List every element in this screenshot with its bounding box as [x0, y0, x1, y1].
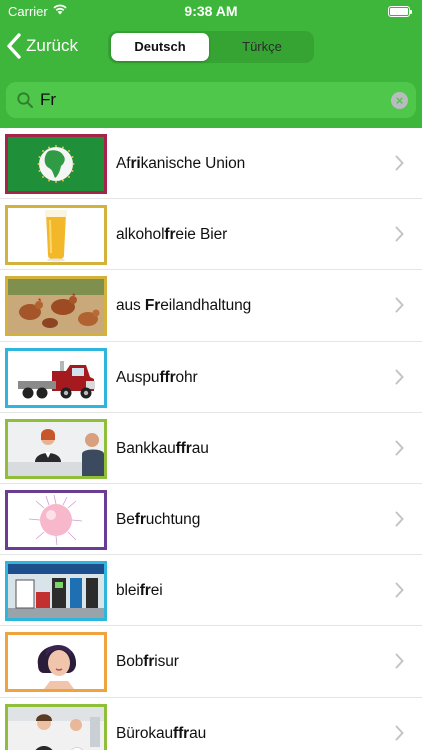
- search-highlight: fr: [143, 653, 155, 671]
- list-item[interactable]: Auspuffrohr: [0, 342, 422, 413]
- list-item[interactable]: Bobfrisur: [0, 626, 422, 698]
- list-item[interactable]: Bankkauffrau: [0, 413, 422, 484]
- segment-turkce[interactable]: Türkçe: [213, 33, 311, 61]
- african-union-flag-image: [8, 137, 104, 191]
- item-label: Afrikanische Union: [116, 155, 246, 172]
- search-bar: ×: [6, 82, 416, 118]
- search-highlight: ffr: [173, 724, 190, 742]
- list-item[interactable]: Bürokauffrau: [0, 698, 422, 750]
- vocabulary-list: Afrikanische Union alkoholfreie Bier aus…: [0, 128, 422, 750]
- nav-header: Carrier 9:38 AM Zurück Deutsch Türkçe ×: [0, 0, 422, 128]
- list-item[interactable]: alkoholfreie Bier: [0, 199, 422, 271]
- search-highlight: fr: [139, 582, 151, 600]
- back-button[interactable]: Zurück: [6, 31, 78, 61]
- search-input[interactable]: [40, 87, 380, 113]
- gas-station-image: [8, 564, 104, 619]
- clock: 9:38 AM: [184, 3, 238, 19]
- list-item[interactable]: bleifrei: [0, 555, 422, 627]
- chevron-right-icon: [395, 369, 404, 385]
- thumbnail-frame: [5, 561, 107, 622]
- search-highlight: fr: [164, 226, 176, 244]
- battery-icon: [388, 6, 412, 17]
- search-highlight: ffr: [175, 439, 192, 457]
- chevron-right-icon: [395, 653, 404, 669]
- thumbnail-frame: [5, 703, 107, 750]
- clear-search-icon[interactable]: ×: [391, 92, 408, 109]
- item-label: Bobfrisur: [116, 653, 179, 671]
- thumbnail-frame: [5, 347, 107, 408]
- search-highlight: ffr: [159, 368, 176, 386]
- back-label: Zurück: [26, 36, 78, 55]
- status-bar: Carrier 9:38 AM: [0, 0, 422, 24]
- chevron-right-icon: [395, 725, 404, 740]
- language-segmented-control: Deutsch Türkçe: [108, 31, 314, 63]
- chevron-right-icon: [395, 582, 404, 598]
- item-label: Bankkauffrau: [116, 439, 209, 457]
- chevron-right-icon: [395, 155, 404, 171]
- search-highlight: Fr: [144, 297, 161, 315]
- item-label: Befruchtung: [116, 510, 201, 528]
- search-highlight: ri: [130, 155, 141, 172]
- bob-haircut-image: [8, 635, 104, 690]
- item-label: Bürokauffrau: [116, 724, 207, 742]
- bank-office-image: [8, 421, 104, 476]
- beer-glass-image: [8, 208, 104, 263]
- truck-image: [8, 350, 104, 405]
- search-icon: [17, 92, 33, 108]
- fertilization-image: [8, 492, 104, 547]
- list-item[interactable]: Afrikanische Union: [0, 128, 422, 200]
- chevron-right-icon: [395, 226, 404, 242]
- item-label: Auspuffrohr: [116, 368, 198, 386]
- chevron-right-icon: [395, 511, 404, 527]
- thumbnail-frame: [5, 205, 107, 266]
- item-label: aus Freilandhaltung: [116, 297, 252, 315]
- chevron-left-icon: [7, 33, 21, 59]
- chevron-right-icon: [395, 440, 404, 456]
- list-item[interactable]: Befruchtung: [0, 484, 422, 556]
- item-label: bleifrei: [116, 582, 163, 600]
- thumbnail-frame: [5, 632, 107, 693]
- item-label: alkoholfreie Bier: [116, 226, 228, 244]
- office-women-image: [8, 706, 104, 750]
- thumbnail-frame: [5, 276, 107, 337]
- chevron-right-icon: [395, 297, 404, 313]
- thumbnail-frame: [5, 489, 107, 550]
- segment-deutsch[interactable]: Deutsch: [111, 33, 209, 61]
- list-item[interactable]: aus Freilandhaltung: [0, 270, 422, 342]
- search-highlight: fr: [134, 510, 146, 528]
- thumbnail-frame: [5, 418, 107, 479]
- chickens-image: [8, 279, 104, 334]
- thumbnail-frame: [5, 134, 107, 194]
